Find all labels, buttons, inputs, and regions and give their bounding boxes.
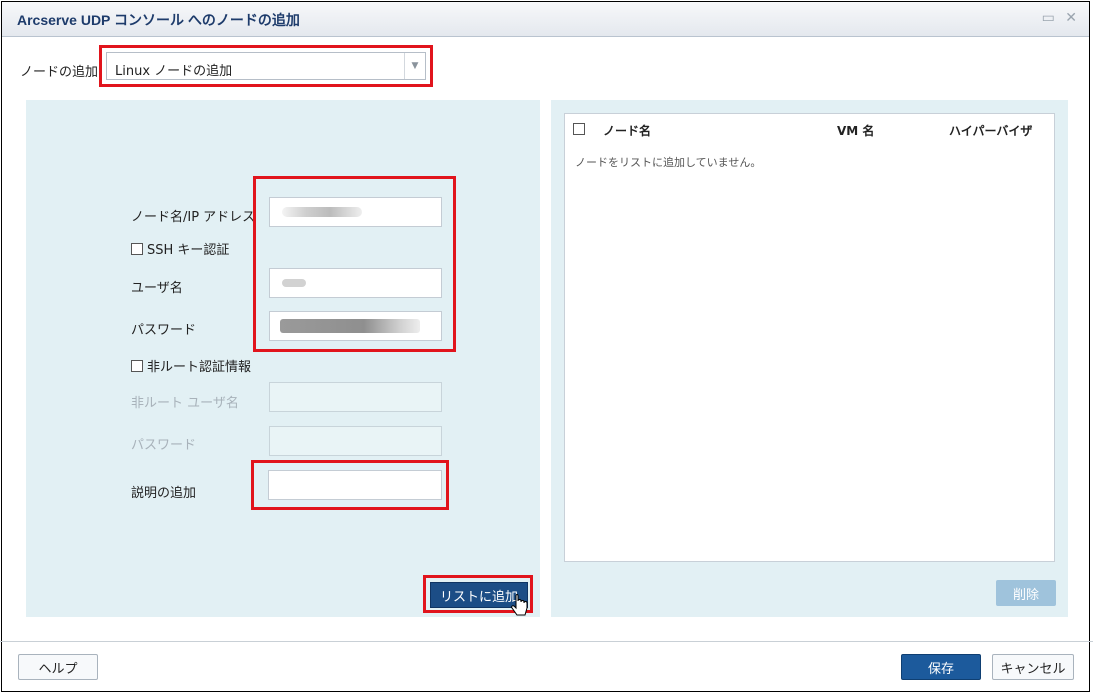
ssh-key-checkbox[interactable] — [131, 242, 143, 255]
dialog-titlebar: Arcserve UDP コンソール へのノードの追加 ▭ ✕ — [2, 2, 1089, 37]
non-root-password-label: パスワード — [131, 438, 197, 453]
non-root-checkbox-row[interactable]: 非ルート認証情報 — [131, 356, 251, 375]
select-all-checkbox[interactable] — [573, 123, 585, 135]
ssh-key-checkbox-row[interactable]: SSH キー認証 — [131, 239, 229, 258]
dialog-title: Arcserve UDP コンソール へのノードの追加 — [17, 12, 300, 28]
delete-button[interactable]: 削除 — [996, 580, 1056, 606]
hand-cursor-icon — [511, 594, 528, 616]
column-node-name[interactable]: ノード名 — [603, 122, 651, 139]
close-icon[interactable]: ✕ — [1065, 10, 1077, 26]
ssh-key-label: SSH キー認証 — [147, 243, 230, 258]
column-vm-name[interactable]: VM 名 — [837, 122, 874, 139]
save-button[interactable]: 保存 — [901, 654, 981, 680]
node-list-header: ノード名 VM 名 ハイパーバイザ — [565, 114, 1054, 144]
footer-divider — [0, 641, 1093, 642]
user-name-label: ユーザ名 — [131, 281, 183, 296]
description-input[interactable] — [268, 470, 442, 500]
restore-icon[interactable]: ▭ — [1042, 10, 1055, 26]
password-label: パスワード — [131, 323, 197, 338]
node-type-select[interactable]: Linux ノードの追加 ▼ — [106, 52, 426, 80]
help-button[interactable]: ヘルプ — [18, 654, 98, 680]
chevron-down-icon[interactable]: ▼ — [404, 53, 425, 79]
non-root-user-label: 非ルート ユーザ名 — [131, 396, 239, 411]
node-list-table: ノード名 VM 名 ハイパーバイザ ノードをリストに追加していません。 — [564, 113, 1055, 562]
empty-list-message: ノードをリストに追加していません。 — [575, 156, 762, 169]
node-type-highlight: Linux ノードの追加 ▼ — [99, 45, 433, 87]
cancel-button[interactable]: キャンセル — [992, 654, 1074, 680]
node-type-label: ノードの追加 — [20, 65, 99, 80]
non-root-checkbox[interactable] — [131, 359, 143, 372]
column-hypervisor[interactable]: ハイパーバイザ — [949, 122, 1032, 139]
non-root-password-input[interactable] — [269, 426, 442, 456]
node-name-label: ノード名/IP アドレス — [131, 210, 256, 225]
window-controls: ▭ ✕ — [1036, 10, 1077, 26]
non-root-user-input[interactable] — [269, 382, 442, 412]
description-label: 説明の追加 — [131, 486, 197, 501]
credentials-highlight — [253, 176, 456, 352]
non-root-label: 非ルート認証情報 — [147, 360, 252, 375]
node-type-selected-value: Linux ノードの追加 — [115, 64, 233, 79]
